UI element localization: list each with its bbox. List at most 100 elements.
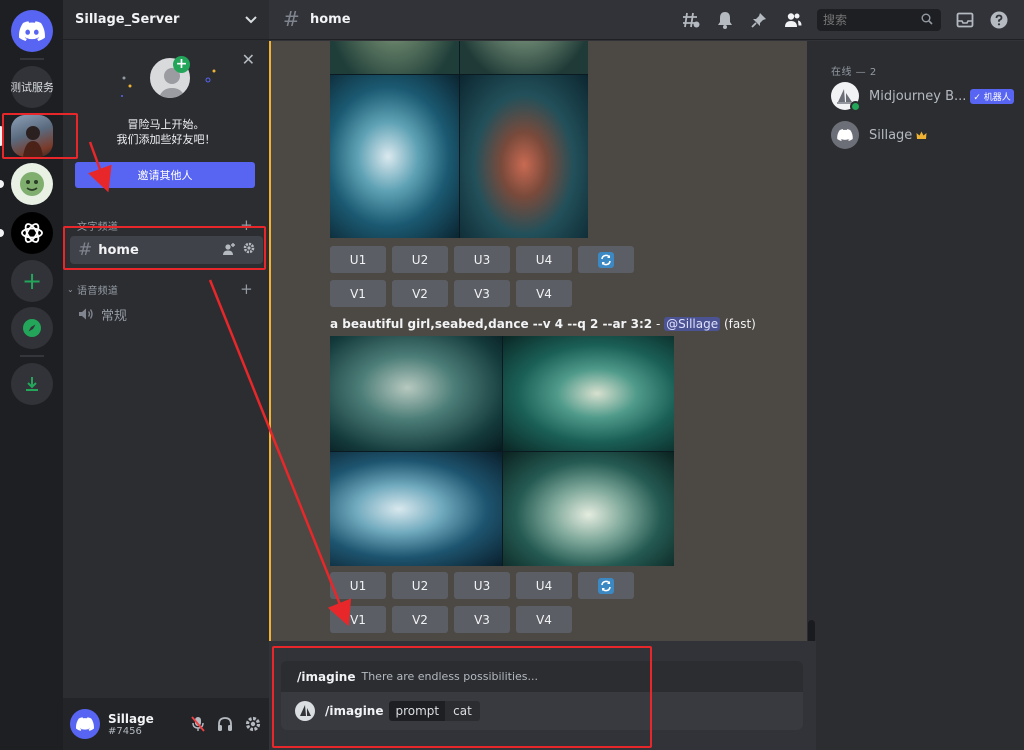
option-value[interactable]: cat xyxy=(445,701,480,721)
openai-server-icon[interactable] xyxy=(11,212,53,254)
prompt-text: a beautiful girl,seabed,dance --v 4 --q … xyxy=(330,317,653,331)
invite-line1: 冒险马上开始。 xyxy=(127,118,205,131)
user-panel: Sillage #7456 xyxy=(63,698,269,750)
refresh-icon xyxy=(598,577,614,594)
members-online-heading: 在线 — 2 xyxy=(831,67,877,78)
invite-card: ✕ + 冒险马上开始。 我们添加些好友吧！ 邀请其他人 xyxy=(63,44,269,204)
member-list: 在线 — 2 Midjourney B... ✓ 机器人 Sillage xyxy=(816,41,1024,750)
upscale-button[interactable]: U2 xyxy=(392,572,448,599)
variation-button[interactable]: V2 xyxy=(392,606,448,633)
close-icon[interactable]: ✕ xyxy=(242,50,255,69)
invite-button[interactable]: 邀请其他人 xyxy=(75,162,255,188)
message-composer: /imagine There are endless possibilities… xyxy=(269,641,816,750)
generated-image-grid[interactable] xyxy=(330,336,674,566)
active-server-pill xyxy=(0,126,4,146)
upscale-button[interactable]: U3 xyxy=(454,572,510,599)
variation-button[interactable]: V3 xyxy=(454,606,510,633)
server-test[interactable]: 测试服务 xyxy=(11,66,53,108)
channel-voice-label: 常规 xyxy=(101,308,128,324)
download-apps-icon[interactable] xyxy=(11,363,53,405)
avatar[interactable] xyxy=(70,709,100,739)
chevron-down-icon: ⌄ xyxy=(67,284,75,294)
invite-member-icon[interactable] xyxy=(222,242,236,256)
member-row[interactable]: Midjourney B... ✓ 机器人 xyxy=(831,81,1021,112)
server-green-avatar[interactable] xyxy=(11,163,53,205)
upscale-button[interactable]: U4 xyxy=(516,572,572,599)
avatar xyxy=(831,121,859,149)
chevron-down-icon xyxy=(245,15,257,23)
generated-image-grid[interactable] xyxy=(330,41,588,238)
rail-separator xyxy=(20,58,44,60)
server-rail: 测试服务 + xyxy=(0,0,63,750)
reroll-button[interactable] xyxy=(578,246,634,273)
server-name: Sillage_Server xyxy=(75,12,180,27)
help-icon[interactable] xyxy=(990,11,1008,29)
slash-command-suggestion[interactable]: /imagine There are endless possibilities… xyxy=(281,661,803,692)
speaker-icon xyxy=(79,308,93,320)
bell-icon[interactable] xyxy=(716,11,734,29)
search-icon xyxy=(921,13,933,29)
message-prompt-line: a beautiful girl,seabed,dance --v 4 --q … xyxy=(330,317,756,331)
command-option[interactable]: prompt cat xyxy=(389,701,480,721)
channel-sidebar: Sillage_Server ✕ + 冒险马上开始。 我们添加些好友吧！ 邀请其… xyxy=(63,0,269,750)
speed-label: (fast) xyxy=(723,317,756,331)
member-name: Sillage xyxy=(869,127,913,143)
discord-home-icon[interactable] xyxy=(11,10,53,52)
message-input[interactable]: /imagine prompt cat xyxy=(281,692,803,730)
user-mention[interactable]: @Sillage xyxy=(664,317,721,331)
variation-button[interactable]: V1 xyxy=(330,280,386,307)
bot-badge: ✓ 机器人 xyxy=(970,88,1014,104)
add-server-icon[interactable]: + xyxy=(11,260,53,302)
category-text[interactable]: ⌄ 文字频道 + xyxy=(63,216,269,234)
upscale-button[interactable]: U2 xyxy=(392,246,448,273)
prompt-separator: - xyxy=(652,317,665,331)
create-channel-icon[interactable]: + xyxy=(240,216,253,234)
variation-button[interactable]: V1 xyxy=(330,606,386,633)
rail-separator xyxy=(20,355,44,357)
gear-icon[interactable] xyxy=(243,242,255,254)
member-name: Midjourney B... xyxy=(869,88,967,104)
headphones-icon[interactable] xyxy=(217,716,233,732)
threads-icon[interactable] xyxy=(682,11,700,29)
unread-pill xyxy=(0,180,4,188)
variation-button[interactable]: V4 xyxy=(516,606,572,633)
channel-voice-general[interactable]: 常规 xyxy=(70,300,263,328)
user-tag: #7456 xyxy=(108,725,142,737)
suggestion-description: There are endless possibilities... xyxy=(361,670,539,683)
upscale-button[interactable]: U1 xyxy=(330,246,386,273)
category-voice[interactable]: ⌄ 语音频道 + xyxy=(63,280,269,298)
member-row[interactable]: Sillage xyxy=(831,120,1021,150)
member-list-icon[interactable] xyxy=(784,11,802,29)
option-key: prompt xyxy=(389,701,446,721)
server-sillage-avatar[interactable] xyxy=(11,115,53,157)
pin-icon[interactable] xyxy=(750,11,768,29)
explore-compass-icon[interactable] xyxy=(11,307,53,349)
mic-muted-icon[interactable] xyxy=(191,716,205,732)
upscale-button[interactable]: U1 xyxy=(330,572,386,599)
mention-highlight-bar xyxy=(269,41,271,641)
user-name: Sillage xyxy=(108,711,154,726)
add-friend-plus-icon: + xyxy=(173,56,190,73)
text-channel-hash-icon: # xyxy=(78,240,93,260)
variation-button[interactable]: V3 xyxy=(454,280,510,307)
channel-home[interactable]: # home xyxy=(70,236,263,264)
variation-button[interactable]: V4 xyxy=(516,280,572,307)
channel-topbar: # home xyxy=(269,0,1024,40)
suggestion-command: /imagine xyxy=(297,669,356,684)
variation-button[interactable]: V2 xyxy=(392,280,448,307)
create-channel-icon[interactable]: + xyxy=(240,280,253,298)
upscale-button[interactable]: U3 xyxy=(454,246,510,273)
text-channel-hash-icon: # xyxy=(283,7,300,31)
upscale-button[interactable]: U4 xyxy=(516,246,572,273)
category-text-label: 文字频道 xyxy=(77,221,119,233)
input-command: /imagine xyxy=(325,704,384,718)
unread-pill xyxy=(0,229,4,237)
inbox-icon[interactable] xyxy=(956,11,974,29)
reroll-button[interactable] xyxy=(578,572,634,599)
gear-icon[interactable] xyxy=(245,716,261,732)
server-header[interactable]: Sillage_Server xyxy=(63,0,269,40)
channel-home-label: home xyxy=(98,242,139,258)
refresh-icon xyxy=(598,251,614,268)
scrollbar-track[interactable] xyxy=(807,41,816,641)
midjourney-bot-icon xyxy=(295,701,315,721)
